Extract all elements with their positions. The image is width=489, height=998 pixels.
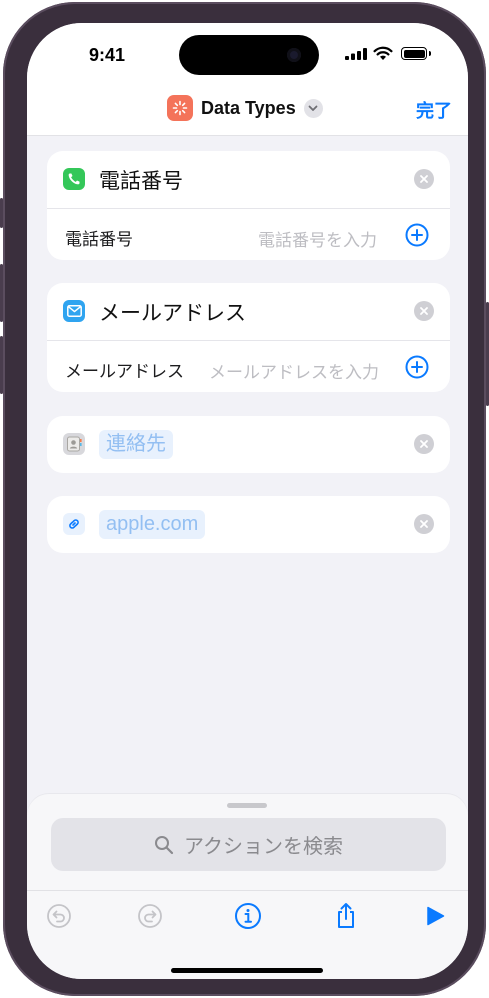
envelope-icon xyxy=(63,300,85,322)
front-camera xyxy=(287,48,301,62)
url-token[interactable]: apple.com xyxy=(99,510,206,539)
action-search-field[interactable]: アクションを検索 xyxy=(51,818,446,871)
play-icon xyxy=(427,906,445,926)
add-icon[interactable] xyxy=(405,355,429,379)
redo-icon xyxy=(138,904,162,928)
clear-icon[interactable] xyxy=(414,169,434,189)
redo-button[interactable] xyxy=(136,902,164,930)
share-button[interactable] xyxy=(332,902,360,930)
contacts-icon xyxy=(63,433,85,455)
shortcuts-icon xyxy=(167,95,193,121)
link-icon xyxy=(63,513,85,535)
status-bar: 9:41 xyxy=(27,23,468,83)
email-address-input[interactable]: メールアドレスを入力 xyxy=(209,358,379,383)
search-icon xyxy=(155,835,174,854)
home-indicator xyxy=(171,968,323,973)
done-button[interactable]: 完了 xyxy=(416,97,452,123)
phone-number-card: 電話番号 電話番号 電話番号を入力 xyxy=(47,151,450,260)
sheet-grabber[interactable] xyxy=(227,803,267,808)
clear-icon[interactable] xyxy=(414,514,434,534)
phone-icon xyxy=(63,168,85,190)
action-button xyxy=(0,198,3,228)
search-placeholder: アクションを検索 xyxy=(184,836,343,858)
navigation-bar: Data Types 完了 xyxy=(27,83,468,136)
chevron-down-icon xyxy=(303,98,323,118)
divider xyxy=(47,208,450,209)
screen: 9:41 Data Types 完了 電話番号 電話番号 電話番号を入力 メール… xyxy=(27,23,468,979)
cellular-signal-icon xyxy=(345,48,367,60)
device-frame: 9:41 Data Types 完了 電話番号 電話番号 電話番号を入力 メール… xyxy=(0,2,489,996)
action-sheet: アクションを検索 xyxy=(27,794,468,979)
status-time: 9:41 xyxy=(89,45,126,65)
card-title: メールアドレス xyxy=(99,302,246,325)
run-button[interactable] xyxy=(421,902,449,930)
volume-down-button xyxy=(0,336,3,394)
undo-button[interactable] xyxy=(45,902,73,930)
battery-icon xyxy=(401,47,431,60)
share-icon xyxy=(338,903,354,928)
undo-icon xyxy=(47,904,71,928)
field-label: メールアドレス xyxy=(65,362,184,381)
title-menu[interactable]: Data Types xyxy=(167,95,323,121)
clear-icon[interactable] xyxy=(414,434,434,454)
divider xyxy=(47,340,450,341)
info-icon xyxy=(235,903,261,929)
phone-number-input[interactable]: 電話番号を入力 xyxy=(258,226,377,251)
field-label: 電話番号 xyxy=(65,230,133,249)
email-address-card: メールアドレス メールアドレス メールアドレスを入力 xyxy=(47,283,450,392)
dynamic-island xyxy=(179,35,319,75)
volume-up-button xyxy=(0,264,3,322)
contact-token[interactable]: 連絡先 xyxy=(99,430,173,459)
wifi-icon xyxy=(373,46,393,60)
info-button[interactable] xyxy=(234,902,262,930)
clear-icon[interactable] xyxy=(414,301,434,321)
contact-card: 連絡先 xyxy=(47,416,450,473)
shortcut-title: Data Types xyxy=(201,97,296,118)
toolbar-divider xyxy=(27,890,468,891)
add-icon[interactable] xyxy=(405,223,429,247)
url-card: apple.com xyxy=(47,496,450,553)
card-title: 電話番号 xyxy=(99,170,183,193)
